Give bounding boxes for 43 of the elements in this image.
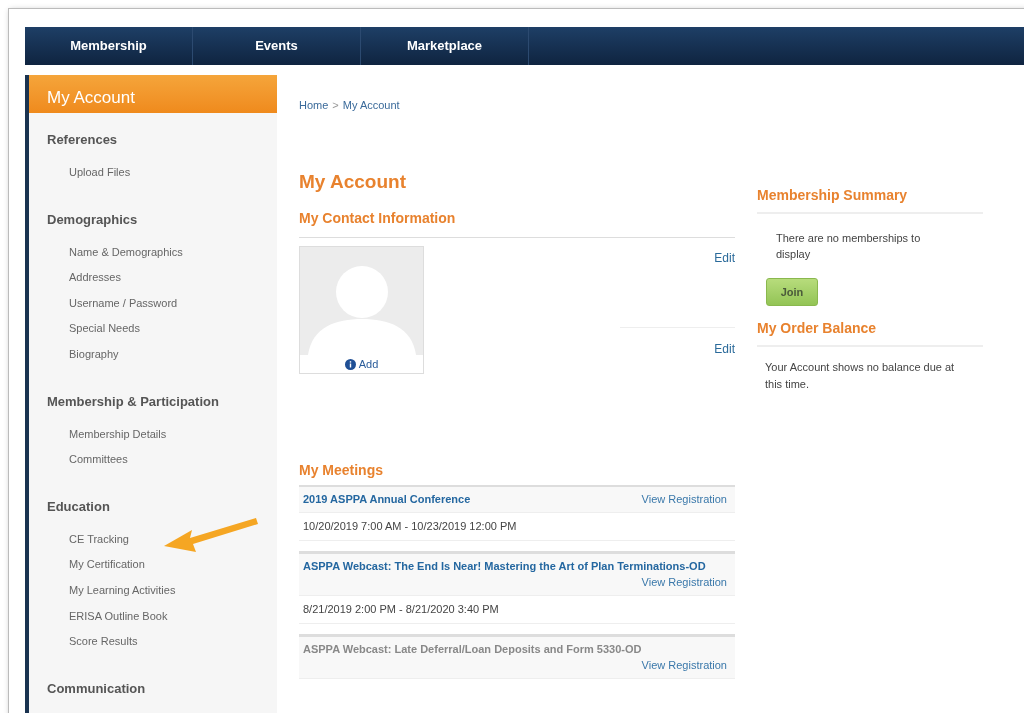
nav-tab[interactable]: Marketplace <box>361 27 529 65</box>
breadcrumb-separator: > <box>332 98 339 113</box>
page-title: My Account <box>299 169 407 194</box>
meeting-dates: 10/20/2019 7:00 AM - 10/23/2019 12:00 PM <box>299 513 735 541</box>
sidebar-link[interactable]: CE Tracking <box>69 532 129 545</box>
nav-tab[interactable]: Events <box>193 27 361 65</box>
view-registration-link[interactable]: View Registration <box>641 576 727 588</box>
empty-message: There are no memberships to display <box>776 231 922 262</box>
sidebar-link[interactable]: Special Needs <box>69 322 140 335</box>
avatar-silhouette-icon <box>300 247 423 355</box>
join-button[interactable]: Join <box>766 278 818 306</box>
sidebar-title: My Account <box>29 75 277 113</box>
section-title: Membership Summary <box>757 185 983 214</box>
sidebar-link[interactable]: Biography <box>69 347 119 360</box>
meeting-title[interactable]: 2019 ASPPA Annual Conference <box>303 493 471 506</box>
view-registration-link[interactable]: View Registration <box>641 493 727 505</box>
section-title: My Contact Information <box>299 208 735 238</box>
meeting-title: ASPPA Webcast: Late Deferral/Loan Deposits and Form 5330-OD <box>303 643 642 656</box>
balance-message: Your Account shows no balance due at this time. <box>765 360 956 392</box>
info-icon <box>344 358 356 370</box>
sidebar-heading: References <box>47 133 118 147</box>
edit-link[interactable]: Edit <box>714 249 735 267</box>
sidebar-link[interactable]: My Certification <box>69 558 145 571</box>
sidebar-heading: Membership & Participation <box>47 394 219 409</box>
edit-link[interactable]: Edit <box>714 340 735 358</box>
sidebar-link[interactable]: ERISA Outline Book <box>69 609 168 622</box>
nav-tab[interactable]: Membership <box>25 27 193 65</box>
sidebar-link[interactable]: Upload Files <box>69 166 131 178</box>
sidebar-heading: Demographics <box>47 212 138 227</box>
sidebar-heading: Education <box>47 499 110 514</box>
sidebar-link[interactable]: Membership Details <box>69 427 167 440</box>
sidebar-heading: Communication <box>47 681 146 696</box>
breadcrumb-link[interactable]: Home <box>299 97 329 114</box>
sidebar-link[interactable]: Committees <box>69 453 128 466</box>
sidebar-link[interactable]: My Learning Activities <box>69 583 176 596</box>
meeting-dates: 8/21/2019 2:00 PM - 8/21/2020 3:40 PM <box>299 596 735 624</box>
sidebar-link[interactable]: Addresses <box>69 271 121 284</box>
breadcrumb-link[interactable]: My Account <box>342 97 400 114</box>
sidebar-link[interactable]: Username / Password <box>69 296 178 309</box>
section-title: My Order Balance <box>757 318 983 347</box>
sidebar-link[interactable]: Score Results <box>69 635 138 648</box>
sidebar-link[interactable]: Name & Demographics <box>69 245 183 258</box>
meeting-title[interactable]: ASPPA Webcast: The End Is Near! Mastering the Art of Plan Terminations-OD <box>303 560 706 573</box>
